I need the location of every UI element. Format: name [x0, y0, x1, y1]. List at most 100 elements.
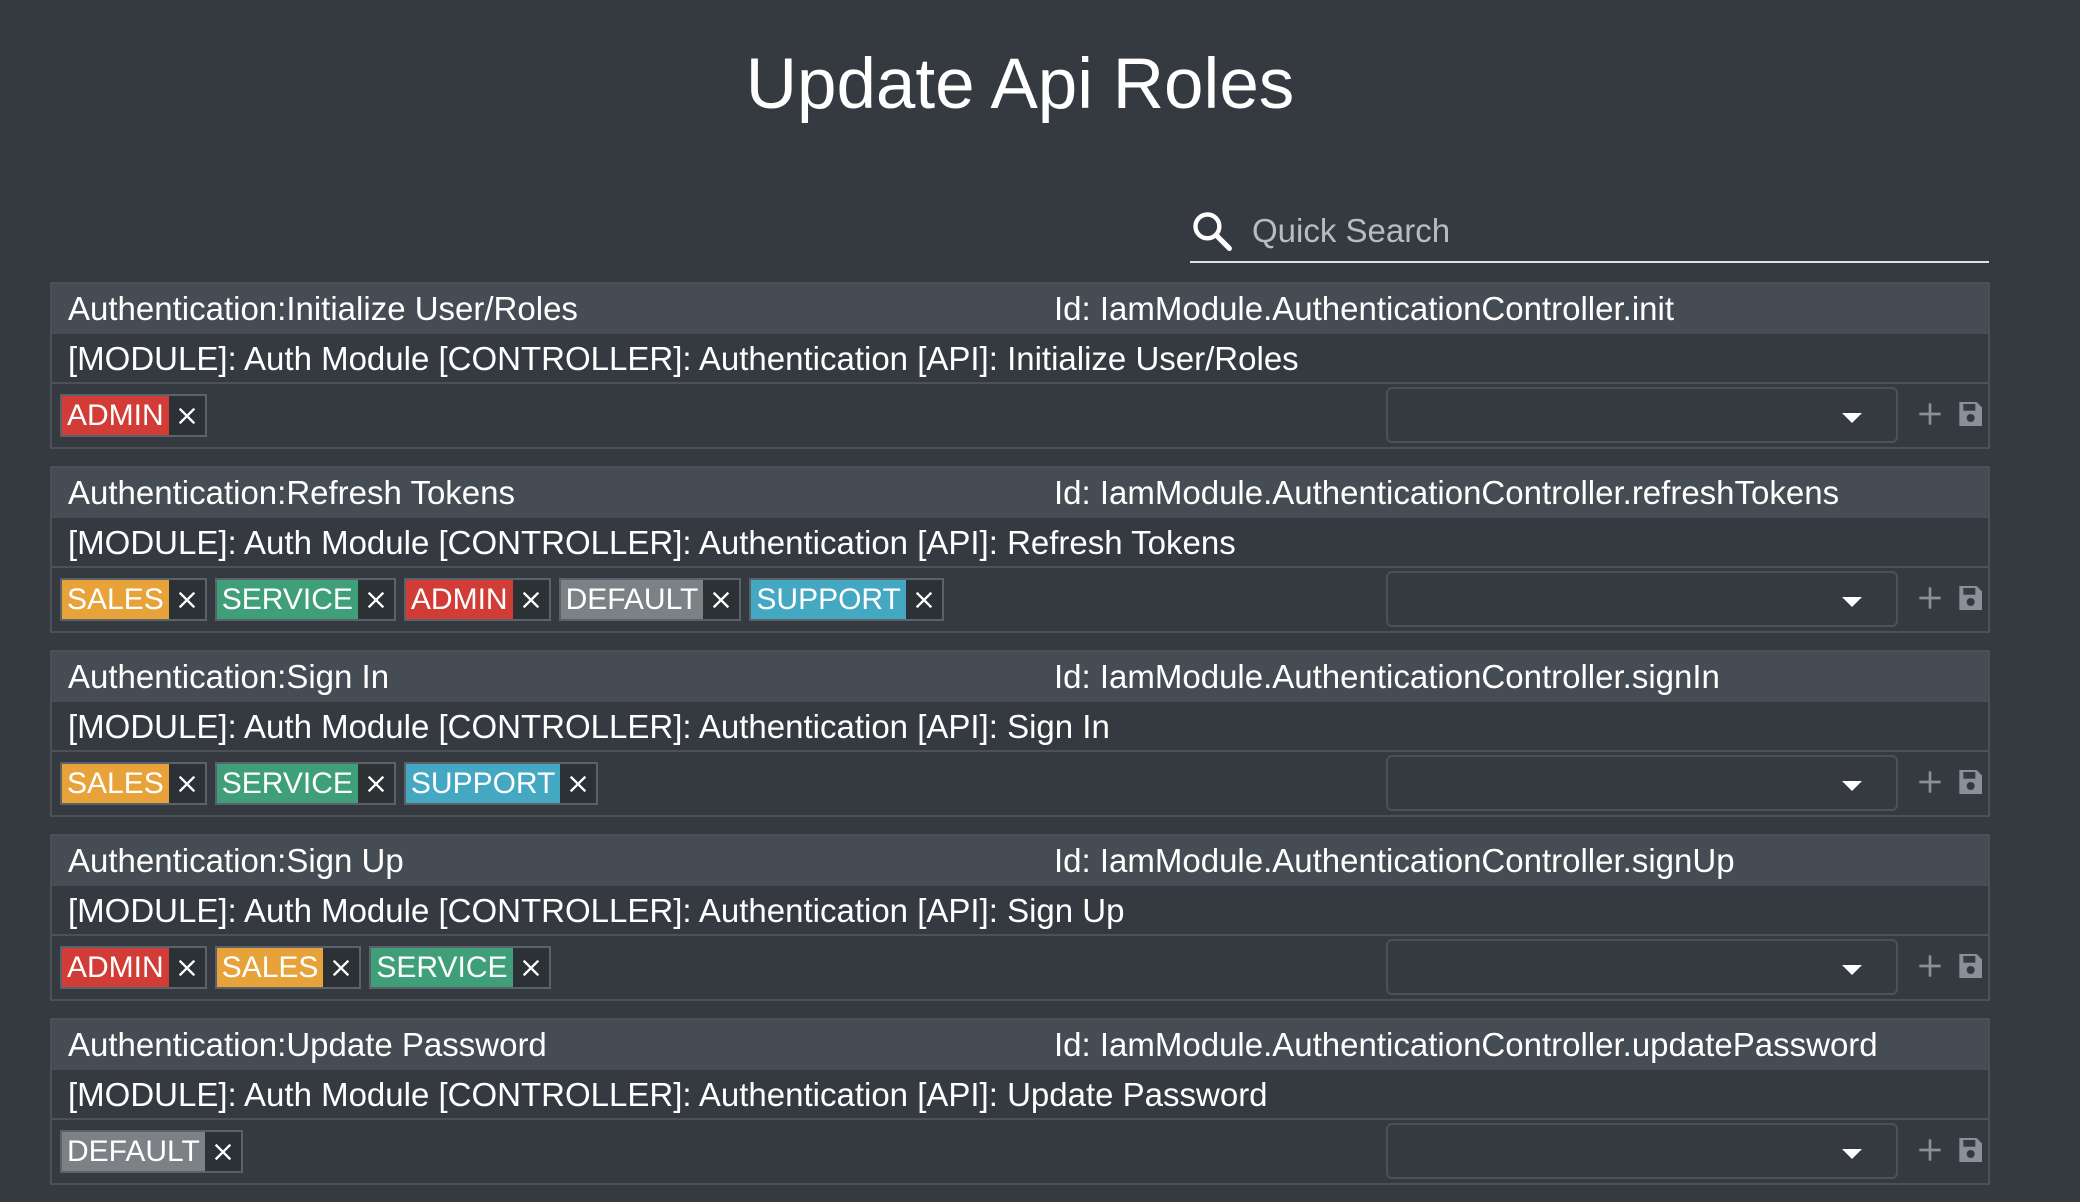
save-icon[interactable]: [1954, 766, 1986, 798]
role-chip-label: ADMIN: [62, 396, 169, 435]
api-id: Id: IamModule.AuthenticationController.s…: [1054, 842, 1735, 879]
search-input[interactable]: [1252, 203, 1972, 259]
role-chip-list: DEFAULT: [60, 1130, 243, 1173]
close-icon: [915, 591, 933, 608]
role-chip: DEFAULT: [60, 1130, 243, 1173]
remove-role-button[interactable]: [204, 1132, 241, 1171]
close-icon: [570, 775, 587, 792]
role-chip: SERVICE: [214, 578, 396, 621]
role-chip-label: SALES: [62, 764, 169, 803]
role-chip: SERVICE: [369, 946, 551, 989]
role-row: DEFAULT: [52, 1120, 1988, 1183]
role-select[interactable]: [1386, 939, 1898, 995]
role-chip: SALES: [60, 762, 207, 805]
role-chip-label: DEFAULT: [62, 1132, 205, 1171]
role-row: ADMIN SALES SERVICE: [52, 936, 1988, 999]
api-name: Authentication:Refresh Tokens: [68, 474, 515, 511]
role-chip-label: SALES: [216, 948, 324, 987]
api-card: Authentication:Sign In Id: IamModule.Aut…: [50, 650, 1990, 817]
remove-role-button[interactable]: [168, 396, 205, 435]
role-row: ADMIN: [52, 384, 1988, 447]
remove-role-button[interactable]: [905, 580, 942, 619]
role-chip: ADMIN: [60, 394, 207, 437]
role-chip: DEFAULT: [558, 578, 742, 621]
add-role-button[interactable]: [1914, 398, 1946, 430]
role-chip: ADMIN: [403, 578, 551, 621]
add-role-button[interactable]: [1914, 950, 1946, 982]
role-chip: ADMIN: [60, 946, 207, 989]
remove-role-button[interactable]: [357, 580, 394, 619]
role-chip: SERVICE: [214, 762, 396, 805]
api-card: Authentication:Initialize User/Roles Id:…: [50, 282, 1990, 449]
role-chip-label: SUPPORT: [405, 764, 561, 803]
api-description: [MODULE]: Auth Module [CONTROLLER]: Auth…: [52, 334, 1988, 384]
chevron-down-icon: [1842, 597, 1862, 607]
chevron-down-icon: [1842, 413, 1862, 423]
api-name: Authentication:Sign Up: [68, 842, 404, 879]
role-chip-label: SERVICE: [216, 764, 358, 803]
api-name: Authentication:Sign In: [68, 658, 390, 695]
api-description: [MODULE]: Auth Module [CONTROLLER]: Auth…: [52, 886, 1988, 936]
card-header: Authentication:Sign Up Id: IamModule.Aut…: [52, 836, 1988, 886]
card-header: Authentication:Sign In Id: IamModule.Aut…: [52, 652, 1988, 702]
role-select[interactable]: [1386, 755, 1898, 811]
save-icon[interactable]: [1954, 950, 1986, 982]
save-icon[interactable]: [1954, 1134, 1986, 1166]
card-header: Authentication:Refresh Tokens Id: IamMod…: [52, 468, 1988, 518]
quick-search: [1190, 203, 1989, 263]
role-select[interactable]: [1386, 387, 1898, 443]
card-header: Authentication:Update Password Id: IamMo…: [52, 1020, 1988, 1070]
close-icon: [178, 775, 195, 792]
chevron-down-icon: [1842, 1149, 1862, 1159]
save-icon[interactable]: [1954, 398, 1986, 430]
api-card: Authentication:Update Password Id: IamMo…: [50, 1018, 1990, 1185]
remove-role-button[interactable]: [168, 580, 205, 619]
close-icon: [522, 591, 539, 608]
close-icon: [713, 591, 730, 608]
role-select[interactable]: [1386, 571, 1898, 627]
api-id: Id: IamModule.AuthenticationController.r…: [1054, 474, 1840, 511]
add-role-button[interactable]: [1914, 1134, 1946, 1166]
role-row: SALES SERVICE SUPPORT: [52, 752, 1988, 815]
save-icon[interactable]: [1954, 582, 1986, 614]
search-icon: [1193, 212, 1232, 251]
api-list: Authentication:Initialize User/Roles Id:…: [50, 282, 1990, 1202]
api-name: Authentication:Initialize User/Roles: [68, 290, 578, 327]
role-chip: SALES: [60, 578, 207, 621]
add-role-button[interactable]: [1914, 766, 1946, 798]
role-row: SALES SERVICE ADMIN DEFAULT SUPPORT: [52, 568, 1988, 631]
close-icon: [178, 591, 195, 608]
role-chip: SUPPORT: [403, 762, 599, 805]
remove-role-button[interactable]: [512, 580, 549, 619]
role-chip: SUPPORT: [749, 578, 944, 621]
remove-role-button[interactable]: [168, 764, 205, 803]
api-name: Authentication:Update Password: [68, 1026, 547, 1063]
close-icon: [367, 775, 385, 792]
role-chip-label: ADMIN: [405, 580, 513, 619]
close-icon: [522, 959, 539, 976]
page-title: Update Api Roles: [745, 45, 1295, 124]
role-chip: SALES: [214, 946, 362, 989]
role-chip-label: SERVICE: [371, 948, 513, 987]
remove-role-button[interactable]: [703, 580, 740, 619]
api-id: Id: IamModule.AuthenticationController.u…: [1054, 1026, 1878, 1063]
close-icon: [214, 1143, 231, 1160]
api-id: Id: IamModule.AuthenticationController.s…: [1054, 658, 1720, 695]
close-icon: [178, 407, 195, 424]
close-icon: [178, 959, 195, 976]
api-card: Authentication:Sign Up Id: IamModule.Aut…: [50, 834, 1990, 1001]
api-description: [MODULE]: Auth Module [CONTROLLER]: Auth…: [52, 518, 1988, 568]
close-icon: [333, 959, 350, 976]
remove-role-button[interactable]: [168, 948, 205, 987]
remove-role-button[interactable]: [560, 764, 597, 803]
chevron-down-icon: [1842, 965, 1862, 975]
add-role-button[interactable]: [1914, 582, 1946, 614]
remove-role-button[interactable]: [512, 948, 549, 987]
api-description: [MODULE]: Auth Module [CONTROLLER]: Auth…: [52, 702, 1988, 752]
remove-role-button[interactable]: [323, 948, 360, 987]
role-select[interactable]: [1386, 1123, 1898, 1179]
role-chip-label: DEFAULT: [560, 580, 704, 619]
role-chip-label: SALES: [62, 580, 169, 619]
remove-role-button[interactable]: [357, 764, 394, 803]
api-description: [MODULE]: Auth Module [CONTROLLER]: Auth…: [52, 1070, 1988, 1120]
